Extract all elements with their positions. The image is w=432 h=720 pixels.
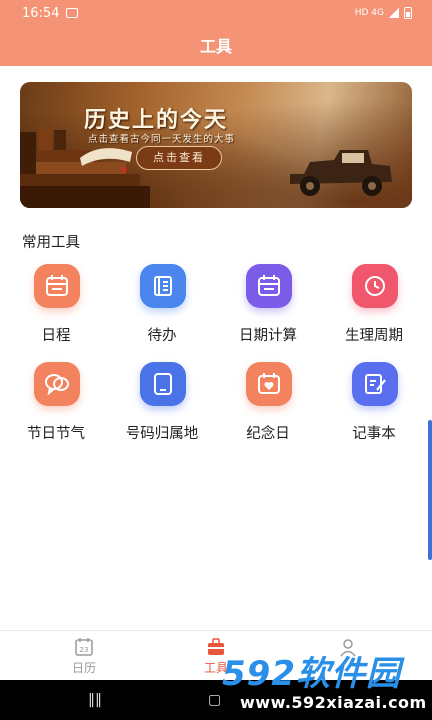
recent-apps-icon[interactable]: ‖‖	[88, 692, 102, 708]
tool-date-calc[interactable]: 日期计算	[214, 264, 322, 354]
header-bar: 16:54 HD 4G 工具	[0, 0, 432, 66]
clock-icon	[352, 264, 398, 308]
tool-schedule[interactable]: 日程	[2, 264, 110, 354]
section-title: 常用工具	[22, 235, 80, 251]
tool-label: 纪念日	[246, 426, 290, 442]
tool-label: 日期计算	[239, 328, 297, 344]
image-notification-icon	[66, 8, 78, 18]
tablet-icon	[140, 362, 186, 406]
battery-icon	[404, 7, 412, 19]
banner-view-button[interactable]: 点击查看	[136, 146, 222, 170]
chat-bubbles-icon	[34, 362, 80, 406]
calendar-calc-icon	[246, 264, 292, 308]
status-time: 16:54	[22, 6, 60, 21]
tool-cycle[interactable]: 生理周期	[320, 264, 428, 354]
tool-phone-location[interactable]: 号码归属地	[108, 362, 216, 452]
tool-festivals[interactable]: 节日节气	[2, 362, 110, 452]
notebook-icon	[140, 264, 186, 308]
calendar-tab-icon: 23	[75, 638, 93, 656]
tool-anniversary[interactable]: 纪念日	[214, 362, 322, 452]
tool-label: 号码归属地	[125, 426, 199, 442]
watermark-logo: 592软件园	[222, 654, 401, 694]
heart-calendar-icon	[246, 362, 292, 406]
banner-subtitle: 点击查看古今同一天发生的大事	[88, 134, 236, 145]
tool-label: 记事本	[352, 426, 396, 442]
tool-label: 待办	[147, 328, 177, 344]
history-today-banner[interactable]: 历史上的今天 点击查看古今同一天发生的大事 点击查看	[20, 82, 412, 208]
note-edit-icon	[352, 362, 398, 406]
jeep-illustration	[290, 150, 392, 196]
status-indicators: HD 4G	[355, 7, 412, 19]
status-bar: 16:54 HD 4G	[0, 0, 432, 26]
tab-label: 日历	[71, 661, 96, 675]
tool-label: 生理周期	[345, 328, 403, 344]
page-title: 工具	[199, 37, 232, 56]
banner-title: 历史上的今天	[84, 107, 229, 133]
tool-notepad[interactable]: 记事本	[320, 362, 428, 452]
tool-label: 节日节气	[27, 426, 85, 442]
signal-icon	[389, 8, 399, 18]
tool-todo[interactable]: 待办	[108, 264, 216, 354]
scroll-indicator[interactable]	[428, 420, 432, 560]
watermark-url: www.592xiazai.com	[240, 693, 427, 712]
calendar-icon	[34, 264, 80, 308]
watermark: 592软件园 www.592xiazai.com	[218, 646, 432, 720]
tool-label: 日程	[41, 328, 71, 344]
calendar-tab-badge: 23	[80, 646, 89, 654]
tab-calendar[interactable]: 23 日历	[12, 631, 156, 681]
network-label: HD 4G	[354, 8, 384, 18]
